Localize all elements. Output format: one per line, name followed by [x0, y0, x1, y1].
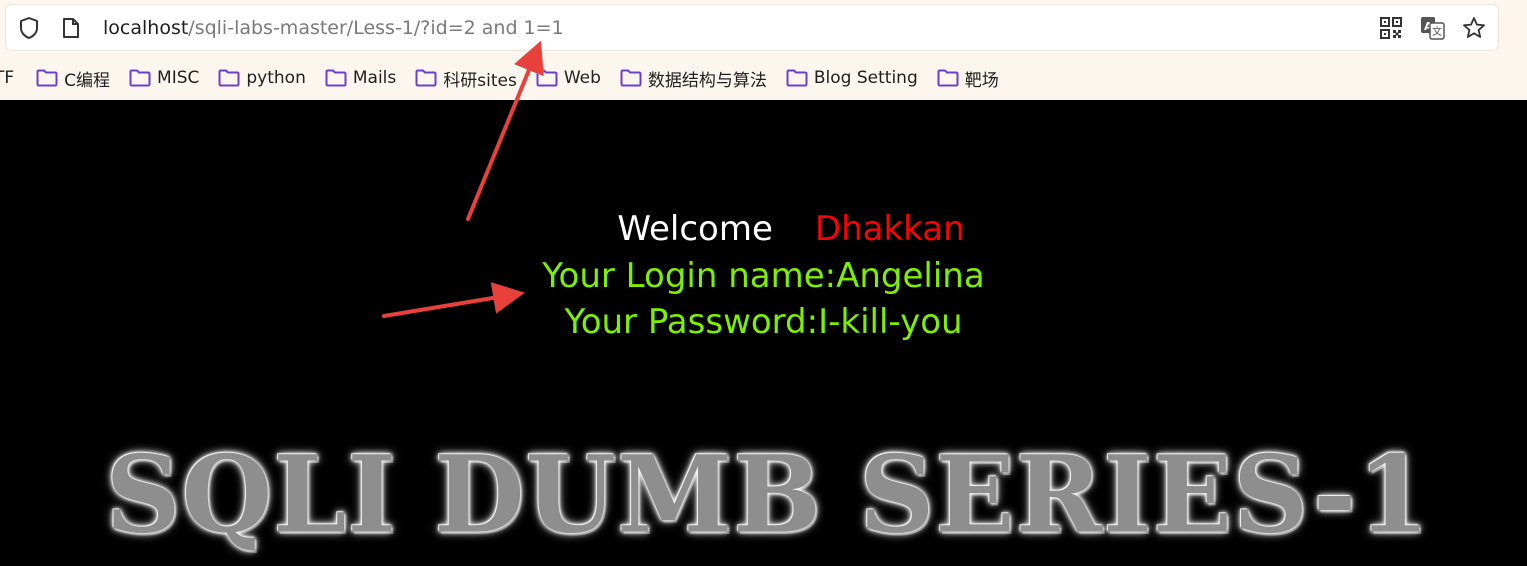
folder-icon: [786, 69, 808, 87]
bookmark-c-programming[interactable]: C编程: [36, 63, 110, 93]
bookmark-label: Mails: [352, 68, 397, 88]
page-content: Welcome Dhakkan Your Login name:Angelina …: [0, 100, 1527, 566]
bookmarks-bar: TF C编程 MISC python Mails 科研sites Web 数据结…: [0, 56, 1527, 100]
bookmark-python[interactable]: python: [218, 63, 306, 93]
user-name: Dhakkan: [814, 209, 965, 249]
folder-icon: [325, 69, 347, 87]
welcome-text: Welcome: [617, 209, 773, 249]
bookmark-label: python: [246, 68, 306, 88]
bookmark-tf[interactable]: TF: [0, 63, 14, 93]
bookmark-research-sites[interactable]: 科研sites: [415, 63, 517, 93]
bookmark-misc[interactable]: MISC: [129, 63, 199, 93]
login-name-line: Your Login name:Angelina: [542, 256, 985, 296]
bookmark-range[interactable]: 靶场: [937, 63, 999, 93]
bookmark-label: 数据结构与算法: [647, 70, 767, 91]
bookmark-label: C编程: [64, 70, 111, 91]
folder-icon: [218, 69, 240, 87]
page-icon: [60, 15, 82, 41]
folder-icon: [129, 69, 151, 87]
shield-icon[interactable]: [16, 15, 42, 41]
url-host: localhost: [103, 17, 189, 39]
qr-code-icon[interactable]: [1378, 15, 1404, 41]
banner-title: SQLI DUMB SERIES-1: [105, 431, 1431, 558]
password-line: Your Password:I-kill-you: [564, 302, 963, 342]
address-bar[interactable]: localhost/sqli-labs-master/Less-1/?id=2 …: [6, 5, 1498, 50]
browser-chrome: localhost/sqli-labs-master/Less-1/?id=2 …: [0, 0, 1527, 100]
bookmark-mails[interactable]: Mails: [325, 63, 396, 93]
folder-icon: [36, 69, 58, 87]
bookmark-label: Blog Setting: [813, 68, 918, 88]
bookmark-blog-setting[interactable]: Blog Setting: [786, 63, 918, 93]
bookmark-label: 靶场: [964, 70, 999, 91]
svg-text:文: 文: [1432, 25, 1442, 38]
folder-icon: [536, 69, 558, 87]
bookmark-label: MISC: [157, 68, 200, 88]
folder-icon: [415, 69, 437, 87]
welcome-line: Welcome Dhakkan: [0, 207, 1527, 251]
folder-icon: [620, 69, 642, 87]
bookmark-label: Web: [563, 68, 601, 88]
url-text[interactable]: localhost/sqli-labs-master/Less-1/?id=2 …: [103, 16, 564, 40]
bookmark-data-structures[interactable]: 数据结构与算法: [620, 63, 767, 93]
url-path: /sqli-labs-master/Less-1/?id=2 and 1=1: [188, 17, 564, 39]
translate-icon[interactable]: A 文: [1419, 15, 1447, 41]
star-icon[interactable]: [1461, 15, 1487, 41]
bookmark-web[interactable]: Web: [536, 63, 601, 93]
folder-icon: [937, 69, 959, 87]
bookmark-label: 科研sites: [443, 70, 517, 91]
bookmark-label: TF: [0, 68, 15, 88]
